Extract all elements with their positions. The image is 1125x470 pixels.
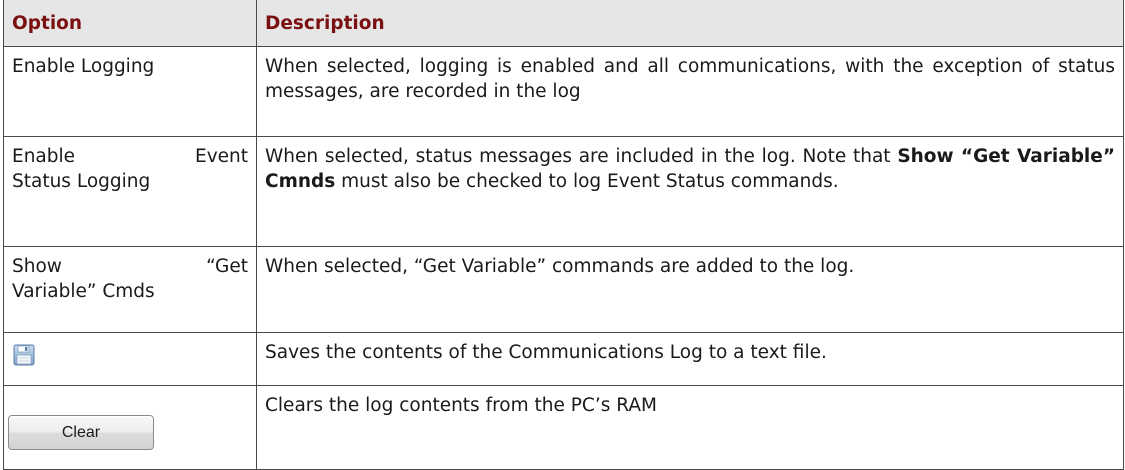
description-text: Saves the contents of the Communications… — [265, 342, 827, 363]
header-description: Description — [256, 0, 1124, 47]
option-label-word: Enable — [12, 146, 76, 167]
description-cell: When selected, logging is enabled and al… — [256, 46, 1124, 137]
description-text: When selected, “Get Variable” commands a… — [265, 256, 855, 277]
options-table: Option Description Enable Logging When s… — [3, 0, 1124, 470]
description-text: Clears the log contents from the PC’s RA… — [265, 395, 657, 416]
save-floppy-icon[interactable] — [12, 343, 36, 367]
description-text: When selected, logging is enabled and al… — [265, 56, 1115, 102]
option-cell: Enable Event Status Logging — [3, 136, 257, 247]
option-label: Enable Logging — [12, 56, 155, 77]
option-cell: Enable Logging — [3, 46, 257, 137]
table-row: Saves the contents of the Communications… — [3, 332, 1124, 386]
option-label-line1: Enable Event — [12, 144, 248, 169]
table-row: Clear Clears the log contents from the P… — [3, 385, 1124, 470]
description-cell: Clears the log contents from the PC’s RA… — [256, 385, 1124, 470]
option-label-line2: Status Logging — [12, 171, 151, 192]
description-cell: Saves the contents of the Communications… — [256, 332, 1124, 386]
clear-button[interactable]: Clear — [8, 415, 154, 450]
table-row: Enable Logging When selected, logging is… — [3, 46, 1124, 137]
option-label-line2: Variable” Cmds — [12, 281, 155, 302]
table-header-row: Option Description — [3, 0, 1124, 47]
option-label-word: Show — [12, 256, 62, 277]
description-cell: When selected, “Get Variable” commands a… — [256, 246, 1124, 333]
option-label-word: Event — [195, 146, 248, 167]
option-cell: Clear — [3, 385, 257, 470]
option-cell — [3, 332, 257, 386]
description-cell: When selected, status messages are inclu… — [256, 136, 1124, 247]
option-label-word: “Get — [206, 256, 248, 277]
option-label-line1: Show “Get — [12, 254, 248, 279]
option-cell: Show “Get Variable” Cmds — [3, 246, 257, 333]
table-row: Enable Event Status Logging When selecte… — [3, 136, 1124, 247]
header-option: Option — [3, 0, 257, 47]
table-row: Show “Get Variable” Cmds When selected, … — [3, 246, 1124, 333]
description-text: When selected, status messages are inclu… — [265, 146, 898, 167]
description-text: must also be checked to log Event Status… — [335, 171, 839, 192]
